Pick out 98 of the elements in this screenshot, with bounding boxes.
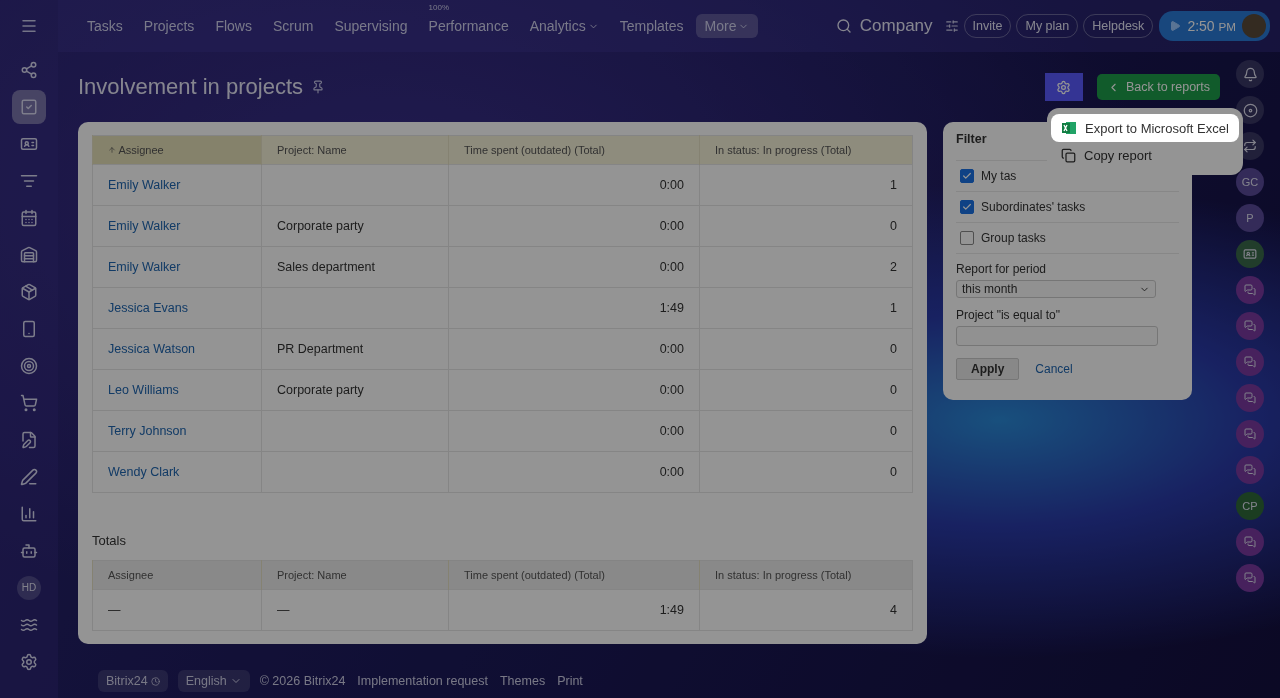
- table-cell: 2: [699, 246, 913, 288]
- table-cell: Sales department: [261, 246, 449, 288]
- menu-item[interactable]: Export to Microsoft Excel: [1051, 114, 1239, 142]
- checkbox[interactable]: [960, 200, 974, 214]
- table-cell: 1: [699, 287, 913, 329]
- nav-tab[interactable]: Analytics: [520, 14, 608, 38]
- column-header: In status: In progress (Total): [699, 560, 913, 590]
- table-cell: 1:49: [448, 589, 700, 631]
- assignee-link[interactable]: Jessica Evans: [108, 301, 188, 315]
- filter-title: Filter: [956, 132, 987, 146]
- table-cell: 0:00: [448, 451, 700, 493]
- nav-tab[interactable]: Templates: [610, 14, 693, 38]
- checkbox-label: Group tasks: [981, 231, 1046, 245]
- project-field[interactable]: [956, 326, 1158, 346]
- table-cell: 0: [699, 451, 913, 493]
- page-title: Involvement in projects: [78, 74, 303, 100]
- column-header: Time spent (outdated) (Total): [448, 560, 700, 590]
- table-cell: 4: [699, 589, 913, 631]
- nav-tab[interactable]: Flows: [206, 14, 261, 38]
- totals-title: Totals: [92, 533, 127, 548]
- chat-avatar-icon[interactable]: [1236, 528, 1264, 556]
- table-cell: 0:00: [448, 246, 700, 288]
- footer-link[interactable]: Print: [557, 674, 583, 688]
- assignee-link[interactable]: Terry Johnson: [108, 424, 187, 438]
- assignee-link[interactable]: Leo Williams: [108, 383, 179, 397]
- table-cell: PR Department: [261, 328, 449, 370]
- column-header[interactable]: Assignee: [92, 135, 262, 165]
- table-cell: 0:00: [448, 369, 700, 411]
- table-cell: 1:49: [448, 287, 700, 329]
- checkbox-label: Subordinates' tasks: [981, 200, 1086, 214]
- field-label: Report for period: [956, 253, 1179, 276]
- table-cell: 0: [699, 205, 913, 247]
- company-name[interactable]: Company: [859, 16, 933, 36]
- table-cell: 0:00: [448, 410, 700, 452]
- table-cell: —: [261, 589, 449, 631]
- footer-link[interactable]: Implementation request: [357, 674, 488, 688]
- checkbox-label: My tas: [981, 169, 1017, 183]
- table-cell: Corporate party: [261, 369, 449, 411]
- timer-button[interactable]: 2:50 PM: [1159, 11, 1270, 41]
- copy-icon: [1061, 148, 1076, 163]
- search-icon[interactable]: [835, 18, 852, 34]
- nav-tab[interactable]: Scrum: [263, 14, 323, 38]
- chat-avatar[interactable]: GC: [1236, 168, 1264, 196]
- field-label: Project "is equal to": [956, 308, 1061, 322]
- chat-avatar-icon[interactable]: [1236, 420, 1264, 448]
- play-icon: [1169, 20, 1182, 32]
- assignee-link[interactable]: Emily Walker: [108, 260, 181, 274]
- checkbox[interactable]: [960, 231, 974, 245]
- table-cell: 0: [699, 410, 913, 452]
- chat-avatar[interactable]: CP: [1236, 492, 1264, 520]
- chat-avatar-icon[interactable]: [1236, 276, 1264, 304]
- clock-icon: [150, 676, 160, 686]
- chat-avatar-icon[interactable]: [1236, 312, 1264, 340]
- chat-avatar-icon[interactable]: [1236, 456, 1264, 484]
- apply-button[interactable]: Apply: [956, 358, 1020, 380]
- assignee-link[interactable]: Emily Walker: [108, 178, 181, 192]
- column-header[interactable]: Project: Name: [261, 135, 449, 165]
- table-cell: 0:00: [448, 328, 700, 370]
- contact-card-icon[interactable]: [1236, 240, 1264, 268]
- table-cell: 0: [699, 328, 913, 370]
- settings-icon: [1056, 79, 1072, 95]
- column-header[interactable]: Time spent (outdated) (Total): [448, 135, 700, 165]
- checkmark-icon: [962, 171, 972, 181]
- sort-arrow-icon: [108, 146, 116, 154]
- table-cell: 0:00: [448, 164, 700, 206]
- assignee-link[interactable]: Emily Walker: [108, 219, 181, 233]
- column-header[interactable]: In status: In progress (Total): [699, 135, 913, 165]
- sliders-icon[interactable]: [944, 19, 959, 33]
- spreadsheet-icon: [1061, 120, 1077, 136]
- menu-item[interactable]: Copy report: [1051, 142, 1239, 169]
- pin-icon[interactable]: [311, 80, 325, 94]
- table-cell: —: [92, 589, 262, 631]
- assignee-link[interactable]: Jessica Watson: [108, 342, 196, 356]
- percent-label: 100%: [428, 3, 449, 13]
- menu-icon[interactable]: [20, 17, 38, 35]
- table-cell: 1: [699, 164, 913, 206]
- nav-tab[interactable]: Projects: [134, 14, 204, 38]
- table-cell: 0:00: [448, 205, 700, 247]
- column-header: Assignee: [92, 560, 262, 590]
- footer-link[interactable]: © 2026 Bitrix24: [259, 674, 346, 688]
- nav-tab[interactable]: Supervising: [325, 14, 417, 38]
- back-button[interactable]: Back to reports: [1096, 74, 1220, 100]
- column-header: Project: Name: [261, 560, 449, 590]
- chat-avatar[interactable]: P: [1236, 204, 1264, 232]
- nav-tab[interactable]: Performance: [419, 14, 518, 38]
- assignee-link[interactable]: Wendy Clark: [108, 465, 180, 479]
- chat-avatar-icon[interactable]: [1236, 384, 1264, 412]
- chat-avatar-icon[interactable]: [1236, 564, 1264, 592]
- cancel-link[interactable]: Cancel: [1035, 362, 1073, 376]
- footer-link[interactable]: Themes: [500, 674, 546, 688]
- table-cell: 0: [699, 369, 913, 411]
- period-select[interactable]: this month: [956, 280, 1156, 298]
- chat-avatar-icon[interactable]: [1236, 348, 1264, 376]
- table-cell: Corporate party: [261, 205, 449, 247]
- checkbox[interactable]: [960, 169, 974, 183]
- checkmark-icon: [962, 202, 972, 212]
- settings-button[interactable]: [1044, 73, 1083, 101]
- nav-tab[interactable]: Tasks: [78, 14, 132, 38]
